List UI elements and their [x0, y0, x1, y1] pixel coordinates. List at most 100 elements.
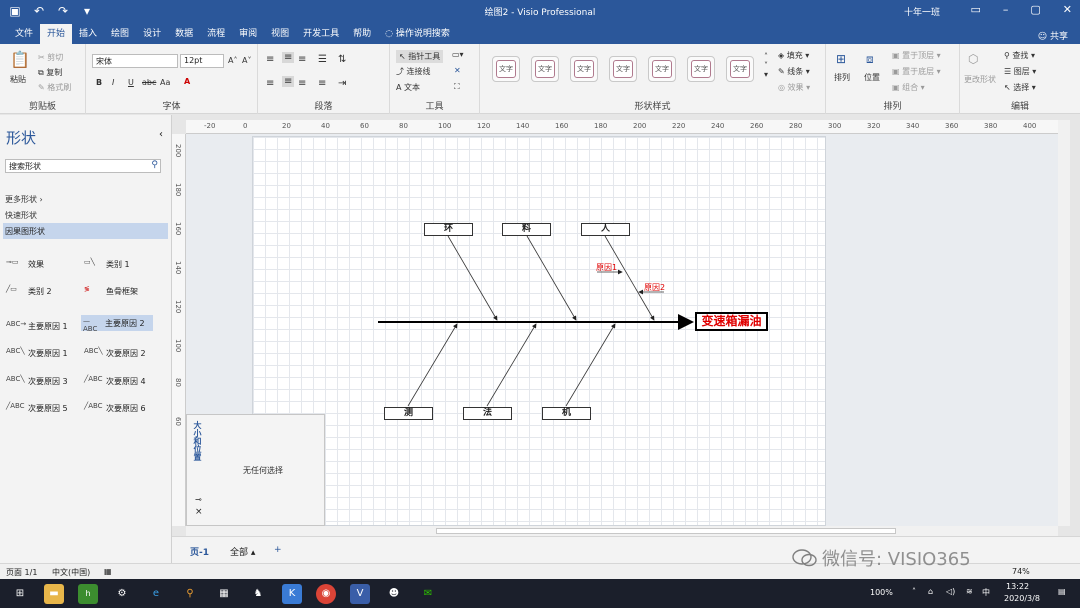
shape-secondary-cause-5[interactable]: ╱ABC 次要原因 5	[6, 402, 68, 414]
page-number-status[interactable]: 页面 1/1	[6, 567, 37, 578]
visio-icon[interactable]: V	[350, 584, 370, 604]
shape-secondary-cause-4[interactable]: ╱ABC 次要原因 4	[84, 375, 146, 387]
shape-fishbone-frame[interactable]: ≶ 鱼骨框架	[84, 285, 138, 297]
stencil-cause-effect[interactable]: 因果图形状	[3, 223, 168, 239]
quick-shapes-link[interactable]: 快速形状	[5, 210, 37, 221]
vertical-scrollbar[interactable]	[1058, 120, 1070, 526]
share-button[interactable]: ☺ 共享	[1038, 29, 1068, 42]
style-swatch-1[interactable]: 文字	[492, 56, 520, 82]
shape-search-input[interactable]: 搜索形状 ⚲	[5, 159, 161, 173]
more-shapes-link[interactable]: 更多形状 ›	[5, 194, 43, 205]
style-swatch-2[interactable]: 文字	[531, 56, 559, 82]
pin-icon[interactable]: ⊸	[195, 495, 202, 504]
category-box-top-3[interactable]: 人	[581, 223, 630, 236]
hao-browser-icon[interactable]: h	[78, 584, 98, 604]
arrange-button[interactable]: 排列	[834, 72, 850, 83]
style-swatch-4[interactable]: 文字	[609, 56, 637, 82]
shrink-font-icon[interactable]: A˅	[242, 56, 251, 65]
category-box-top-1[interactable]: 环	[424, 223, 473, 236]
effects-button[interactable]: ◎ 效果 ▾	[778, 82, 810, 93]
account-name[interactable]: 十年一班	[904, 5, 940, 18]
underline-button[interactable]: U	[128, 78, 134, 87]
connection-point-icon[interactable]: ✕	[454, 66, 461, 75]
shape-secondary-cause-2[interactable]: ABC╲ 次要原因 2	[84, 347, 146, 359]
tab-developer[interactable]: 开发工具	[296, 24, 346, 44]
gallery-scroll-icon[interactable]: ˄ ˅ ▾	[764, 52, 768, 79]
style-swatch-3[interactable]: 文字	[570, 56, 598, 82]
windows-start-icon[interactable]: ⊞	[10, 584, 30, 604]
align-middle-icon[interactable]: ≡	[282, 52, 295, 63]
text-block-icon[interactable]: ⛶	[454, 82, 460, 92]
position-button[interactable]: 位置	[864, 72, 880, 83]
edge-browser-icon[interactable]: e	[146, 584, 166, 604]
font-size-select[interactable]: 12pt	[180, 54, 224, 68]
layers-button[interactable]: ☰ 图层 ▾	[1004, 66, 1036, 77]
tab-help[interactable]: 帮助	[346, 24, 378, 44]
select-button[interactable]: ↖ 选择 ▾	[1004, 82, 1036, 93]
tab-home[interactable]: 开始	[40, 24, 73, 44]
find-button[interactable]: ⚲ 查找 ▾	[1004, 50, 1035, 61]
effect-box[interactable]: 变速箱漏油	[695, 312, 768, 331]
notification-icon[interactable]: ▤	[1058, 587, 1066, 596]
text-tool-button[interactable]: A 文本	[396, 82, 420, 93]
language-status[interactable]: 中文(中国)	[52, 567, 90, 578]
arrange-icon[interactable]: ⊞	[836, 52, 846, 66]
ribbon-display-icon[interactable]: ▭	[970, 3, 980, 16]
shape-category-2[interactable]: ╱▭ 类别 2	[6, 285, 52, 297]
tell-me-search[interactable]: ◌ 操作说明搜索	[378, 24, 457, 44]
chrome-icon[interactable]: ◉	[316, 584, 336, 604]
bold-button[interactable]: B	[96, 78, 102, 87]
category-box-bottom-1[interactable]: 测	[384, 407, 433, 420]
shape-secondary-cause-3[interactable]: ABC╲ 次要原因 3	[6, 375, 68, 387]
wechat-taskbar-icon[interactable]: ✉	[418, 584, 438, 604]
minimize-icon[interactable]: –	[1003, 3, 1009, 16]
strikethrough-button[interactable]: abc	[142, 78, 156, 87]
pointer-tool-button[interactable]: ↖ 指针工具	[396, 50, 444, 63]
paste-icon[interactable]: 📋	[10, 50, 30, 69]
shape-effect[interactable]: ⊸▭ 效果	[6, 258, 44, 270]
search-icon[interactable]: ⚲	[151, 160, 158, 170]
align-center-icon[interactable]: ≡	[282, 76, 295, 87]
justify-icon[interactable]: ≡	[318, 78, 326, 89]
tab-design[interactable]: 设计	[136, 24, 168, 44]
shape-secondary-cause-1[interactable]: ABC╲ 次要原因 1	[6, 347, 68, 359]
text-direction-icon[interactable]: ⇅	[338, 54, 346, 65]
group-button[interactable]: ▣ 组合 ▾	[892, 82, 925, 93]
tab-data[interactable]: 数据	[168, 24, 200, 44]
tab-view[interactable]: 视图	[264, 24, 296, 44]
connector-button[interactable]: ⤴ 连接线	[396, 66, 431, 77]
battery-indicator[interactable]: 100%	[870, 588, 893, 597]
category-box-top-2[interactable]: 料	[502, 223, 551, 236]
close-icon[interactable]: ✕	[1063, 3, 1072, 16]
tab-file[interactable]: 文件	[8, 24, 40, 44]
tab-insert[interactable]: 插入	[72, 24, 104, 44]
search-app-icon[interactable]: ⚲	[180, 584, 200, 604]
add-page-button[interactable]: +	[274, 545, 282, 555]
drawing-page[interactable]	[252, 136, 826, 526]
change-case-button[interactable]: Aa	[160, 78, 170, 87]
copy-button[interactable]: ⧉ 复制	[38, 67, 62, 78]
tab-review[interactable]: 审阅	[232, 24, 264, 44]
align-right-icon[interactable]: ≡	[298, 78, 306, 89]
style-swatch-5[interactable]: 文字	[648, 56, 676, 82]
tab-process[interactable]: 流程	[200, 24, 232, 44]
align-top-icon[interactable]: ≡	[266, 54, 274, 65]
network-icon[interactable]: ⌂	[928, 587, 933, 596]
zoom-level[interactable]: 74%	[1012, 567, 1030, 576]
format-painter-button[interactable]: ✎ 格式刷	[38, 82, 71, 93]
close-icon[interactable]: ×	[195, 507, 203, 517]
category-box-bottom-3[interactable]: 机	[542, 407, 591, 420]
page-tab-1[interactable]: 页-1	[190, 545, 209, 558]
clock-time[interactable]: 13:22	[1006, 582, 1029, 591]
category-box-bottom-2[interactable]: 法	[463, 407, 512, 420]
shape-primary-cause-2[interactable]: —ABC 主要原因 2	[81, 315, 153, 333]
calculator-icon[interactable]: ▦	[214, 584, 234, 604]
change-shape-button[interactable]: 更改形状	[964, 74, 996, 85]
all-pages-button[interactable]: 全部 ▴	[230, 545, 255, 558]
shape-secondary-cause-6[interactable]: ╱ABC 次要原因 6	[84, 402, 146, 414]
ime-indicator[interactable]: 中	[982, 587, 990, 598]
tab-draw[interactable]: 绘图	[104, 24, 136, 44]
horizontal-scrollbar[interactable]	[186, 526, 1058, 536]
qq-icon[interactable]: ☻	[384, 584, 404, 604]
scrollbar-thumb[interactable]	[436, 528, 896, 534]
